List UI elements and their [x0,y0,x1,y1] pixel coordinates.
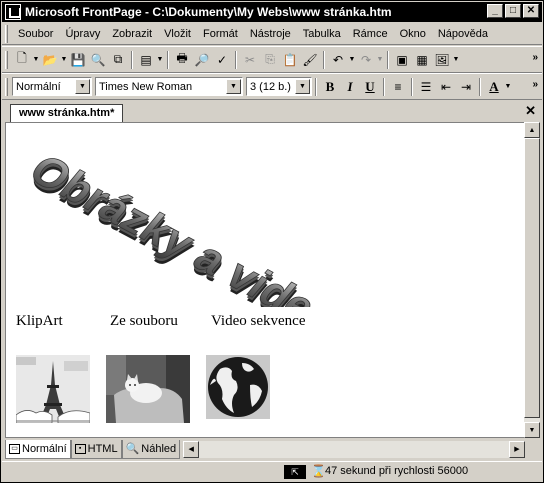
view-tabs-bar: ▭ Normální ▪ HTML 🔍 Náhled ◀ ▶ [5,439,525,459]
scroll-left-arrow-icon[interactable]: ◀ [183,440,200,458]
status-bar: ⇱ ⌛ 47 sekund při rychlosti 56000 [2,461,542,481]
standard-toolbar: 🗋 ▼ 📂 ▼ 💾 🔍 ⧉ ▤ ▼ 🖶 🔎 ✓ ✂ ⎘ 📋 🖌 ↶ ▼ ↷ ▼ … [2,46,542,73]
label-video-sekvence: Video sekvence [211,313,306,329]
font-select[interactable]: Times New Roman ▼ [95,77,243,96]
cut-icon[interactable]: ✂ [240,50,260,70]
save-icon[interactable]: 💾 [68,50,88,70]
open-dropdown-arrow[interactable]: ▼ [60,56,68,63]
menu-upravy[interactable]: Úpravy [59,28,106,40]
align-center-icon[interactable]: ≡ [388,77,408,97]
wordart-title[interactable]: Obrázky a video Obrázky a video Obrázky … [16,137,326,307]
menu-ramce[interactable]: Rámce [347,28,394,40]
cat-photo-image[interactable] [106,355,190,423]
menu-format[interactable]: Formát [197,28,244,40]
menu-bar: Soubor Úpravy Zobrazit Vložit Formát Nás… [2,23,542,45]
style-select[interactable]: Normální ▼ [12,77,92,96]
font-color-button[interactable]: A [484,77,504,97]
menu-okno[interactable]: Okno [394,28,432,40]
document-tabstrip: www stránka.htm* ✕ [2,101,542,122]
document-tab[interactable]: www stránka.htm* [10,104,124,122]
connection-icon: ⇱ [284,465,306,479]
scroll-right-arrow-icon[interactable]: ▶ [509,440,525,458]
download-time-status: 47 sekund při rychlosti 56000 [325,465,469,477]
scroll-up-arrow-icon[interactable]: ▲ [524,122,540,138]
web-component-icon[interactable]: ▣ [392,50,412,70]
tab-html-view[interactable]: ▪ HTML [70,439,122,459]
wordart-face: Obrázky a video [20,147,326,307]
menu-vlozit[interactable]: Vložit [158,28,197,40]
copy-icon[interactable]: ⎘ [260,50,280,70]
clipart-eiffel-tower-image[interactable] [16,355,90,423]
undo-dropdown-arrow[interactable]: ▼ [348,56,356,63]
format-painter-icon[interactable]: 🖌 [300,50,320,70]
close-document-icon[interactable]: ✕ [525,103,536,119]
insert-picture-icon[interactable]: 🖼 [432,50,452,70]
new-dropdown-arrow[interactable]: ▼ [32,56,40,63]
vertical-scrollbar[interactable]: ▲ ▼ [524,122,540,438]
horizontal-scrollbar[interactable]: ◀ ▶ [183,440,525,458]
toggle-pane-icon[interactable]: ▤ [136,50,156,70]
chevron-down-icon[interactable]: ▼ [226,79,241,94]
chevron-down-icon[interactable]: ▼ [295,79,310,94]
increase-indent-icon[interactable]: ⇥ [456,77,476,97]
html-view-icon: ▪ [74,443,86,454]
normal-view-icon: ▭ [9,443,20,454]
magnifier-icon: 🔍 [125,443,140,455]
font-size-select[interactable]: 3 (12 b.) ▼ [246,77,312,96]
toolbar-overflow-icon[interactable]: » [532,52,538,63]
toolbar-grip[interactable] [5,50,8,69]
menu-tabulka[interactable]: Tabulka [297,28,347,40]
insert-table-icon[interactable]: ▦ [412,50,432,70]
font-color-dropdown-arrow[interactable]: ▼ [504,83,512,90]
page-editor[interactable]: Obrázky a video Obrázky a video Obrázky … [5,122,525,438]
maximize-button[interactable]: □ [505,4,521,18]
new-page-icon[interactable]: 🗋 [12,50,32,70]
vertical-scroll-thumb[interactable] [524,138,540,418]
video-globe-image[interactable] [206,355,270,419]
publish-icon[interactable]: ⧉ [108,50,128,70]
paste-icon[interactable]: 📋 [280,50,300,70]
redo-dropdown-arrow[interactable]: ▼ [376,56,384,63]
picture-dropdown-arrow[interactable]: ▼ [452,56,460,63]
tab-preview-view[interactable]: 🔍 Náhled [121,439,181,459]
frontpage-app-icon[interactable] [5,4,21,20]
scroll-down-arrow-icon[interactable]: ▼ [524,422,540,438]
close-window-button[interactable]: ✕ [523,4,539,18]
menu-napoveda[interactable]: Nápověda [432,28,494,40]
window-title: Microsoft FrontPage - C:\Dokumenty\My We… [25,5,392,19]
italic-button[interactable]: I [340,77,360,97]
decrease-indent-icon[interactable]: ⇤ [436,77,456,97]
hourglass-icon: ⌛ [311,464,326,478]
spelling-icon[interactable]: ✓ [212,50,232,70]
menu-soubor[interactable]: Soubor [12,28,59,40]
redo-icon[interactable]: ↷ [356,50,376,70]
toolbar-overflow-icon[interactable]: » [532,79,538,90]
bold-button[interactable]: B [320,77,340,97]
tab-normal-view[interactable]: ▭ Normální [5,439,71,459]
minimize-button[interactable]: _ [487,4,503,18]
title-bar: Microsoft FrontPage - C:\Dokumenty\My We… [2,2,542,22]
menu-zobrazit[interactable]: Zobrazit [106,28,158,40]
label-klipart: KlipArt [16,313,63,329]
search-icon[interactable]: 🔍 [88,50,108,70]
undo-icon[interactable]: ↶ [328,50,348,70]
toolbar-grip[interactable] [5,77,8,96]
print-preview-icon[interactable]: 🔎 [192,50,212,70]
underline-button[interactable]: U [360,77,380,97]
toolbar-grip[interactable] [5,24,8,43]
formatting-toolbar: Normální ▼ Times New Roman ▼ 3 (12 b.) ▼… [2,73,542,100]
open-folder-icon[interactable]: 📂 [40,50,60,70]
numbered-list-icon[interactable]: ☰ [416,77,436,97]
app-window: Microsoft FrontPage - C:\Dokumenty\My We… [0,0,544,483]
menu-nastroje[interactable]: Nástroje [244,28,297,40]
print-icon[interactable]: 🖶 [172,50,192,70]
label-ze-souboru: Ze souboru [110,313,178,329]
chevron-down-icon[interactable]: ▼ [75,79,90,94]
pane-dropdown-arrow[interactable]: ▼ [156,56,164,63]
